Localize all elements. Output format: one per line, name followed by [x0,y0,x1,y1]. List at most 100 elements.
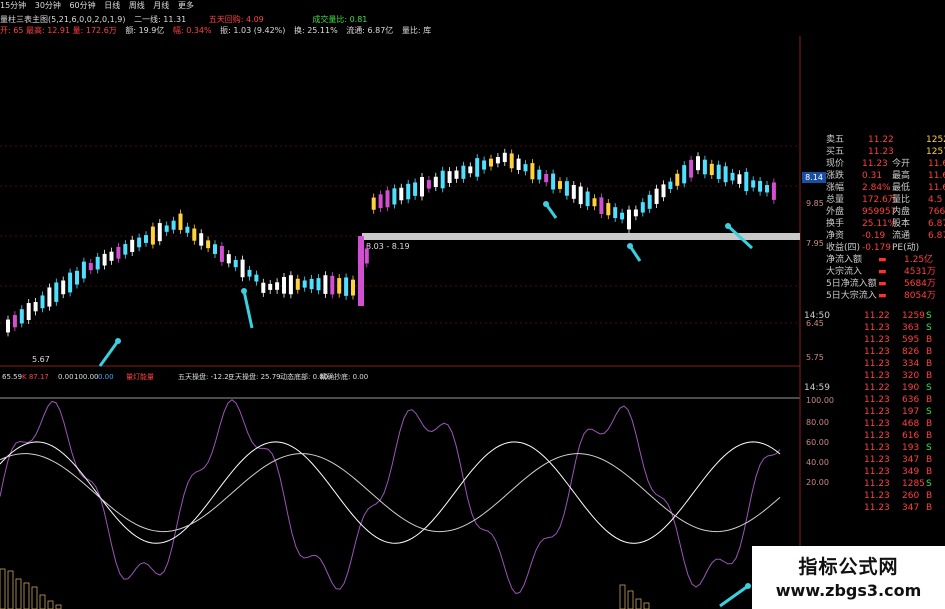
indicator-title-bar: 65.59 K 87.17 0.00 100.00 0.00 量灯能量 五天操盘: -12.… [2,372,368,381]
quote-value: 11.23 [862,159,888,169]
quote-value: 11.6 [928,159,945,169]
indicator-label-a: 65.59 [2,373,22,381]
fund-flow-row: 大宗流入 ▬ 4531万 [802,266,945,278]
tick-price: 11.23 [864,371,890,381]
quote-value: -0.179 [862,243,892,253]
flow-value: 4531万 [904,267,936,277]
tick-volume: 190 [902,383,920,393]
period-day[interactable]: 日线 [104,1,120,10]
candle-body [751,180,756,188]
candle-body [696,156,700,171]
volume-bar [0,568,6,609]
quote-label: 外盘 [826,207,845,217]
formula-name[interactable]: 量柱三表主图(5,21,6,0,0,2,0,1,9) [0,15,125,24]
indicator-label-b: K 87.17 [22,373,49,381]
candle-body [551,173,556,190]
candle-body [606,203,611,216]
flow-label: 5日大宗流入 [826,291,877,301]
tick-time: 14:59 [804,383,830,393]
period-30min[interactable]: 30分钟 [35,1,61,10]
volume-bar [635,598,642,609]
quote-value: 76687 [928,207,945,217]
quote-row: 涨跌 0.31 最高 11.6 [802,170,945,182]
quote-row: 收益(四) -0.179 PE(动) [802,242,945,254]
candle-body [178,213,183,230]
fund-flow-row: 净流入额 ▬ 1.25亿 [802,254,945,266]
candle-body [495,156,500,164]
tick-row: 11.23 363 S [802,322,945,334]
signal-arrow [719,584,749,608]
candle-body [137,237,142,248]
candle-body [447,171,452,184]
quote-label: 换手 [826,219,845,229]
candle-body [599,197,604,214]
candle-body [323,275,328,294]
tick-price: 11.23 [864,395,890,405]
period-60min[interactable]: 60分钟 [69,1,95,10]
fund-flow-row: 5日净流入额 ▬ 5684万 [802,278,945,290]
candle-body [730,172,735,181]
flow-value: 1.25亿 [904,255,934,265]
candle-body [6,319,10,333]
chart-area[interactable]: 8.03 - 8.19 5.67 65.59 K 87.17 0.00 100.00 0… [0,36,802,609]
volume-bar [39,594,46,609]
tick-price: 11.23 [864,467,890,477]
candle-body [33,302,38,312]
candle-body [164,225,169,232]
tick-row: 11.23 334 B [802,358,945,370]
tick-volume: 349 [902,467,920,477]
tick-price: 11.23 [864,455,890,465]
candle-body [682,165,687,184]
quote-row: 总量 172.6万 量比 4.5 [802,194,945,206]
tick-price: 11.23 [864,491,890,501]
candle-body [758,181,763,192]
indicator-label-g: 五天操盘: -12.20 [178,372,233,381]
candle-body [330,275,335,295]
volume-bar [23,582,30,609]
bar-info-5: 换: 25.11% [293,26,338,35]
quote-label: 流通 [892,231,911,241]
tick-side: S [926,311,932,321]
period-month[interactable]: 月线 [153,1,169,10]
period-15min[interactable]: 15分钟 [0,1,26,10]
period-week[interactable]: 周线 [129,1,145,10]
tick-volume: 595 [902,335,920,345]
tick-time: 14:50 [804,311,830,321]
volume-bar [643,602,650,609]
tick-price: 11.22 [864,383,890,393]
order-price: 11.22 [868,135,894,145]
candle-body [647,194,652,209]
bar-info-3: 幅: 0.34% [172,26,212,35]
quote-label: 最高 [892,171,911,181]
candle-body [351,279,355,296]
quote-label: 净资 [826,231,845,241]
candle-body [109,251,114,261]
candle-body [199,233,204,246]
quote-label: PE(动) [892,243,920,253]
candle-body [288,275,293,295]
candle-body [440,170,445,189]
quote-row: 净资 -0.19 流通 6.87亿 [802,230,945,242]
indicator-label-c: 0.00 [58,373,74,381]
candle-body [206,240,211,249]
candle-body [254,274,259,282]
osc-slow-line [0,453,781,533]
tick-price: 11.23 [864,323,890,333]
candle-body [378,194,383,209]
signal-arrow [242,290,254,329]
tick-volume: 193 [902,443,920,453]
candle-body [592,198,597,207]
order-label: 买五 [826,147,845,157]
candle-body [675,173,680,186]
tick-row: 11.23 320 B [802,370,945,382]
tick-row: 11.23 636 B [802,394,945,406]
candle-body [633,209,638,217]
oscillator-pane[interactable] [0,399,781,595]
flow-value: 8054万 [904,291,936,301]
tick-volume: 1259 [902,311,925,321]
candle-body [537,169,542,180]
candle-body [192,228,197,241]
period-more[interactable]: 更多 [178,1,194,10]
candle-body [337,278,342,294]
tick-volume: 334 [902,359,920,369]
